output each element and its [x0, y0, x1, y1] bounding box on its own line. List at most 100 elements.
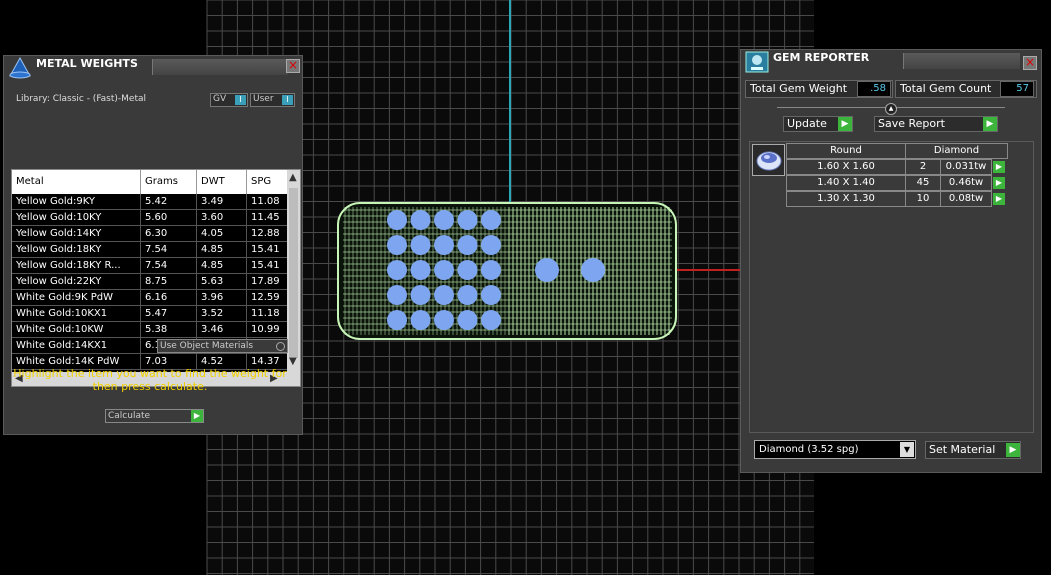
metal-weights-panel: METAL WEIGHTS × Library: Classic - (Fast… — [3, 55, 303, 435]
material-select-value: Diamond (3.52 spg) — [759, 444, 859, 455]
user-label: User — [253, 94, 274, 104]
table-cell-metal: White Gold:10KW — [12, 322, 141, 337]
table-cell-grams: 5.38 — [141, 322, 197, 337]
gem-stone[interactable] — [387, 310, 407, 330]
user-toggle[interactable]: User I — [250, 93, 295, 107]
gem-stone[interactable] — [581, 258, 605, 282]
table-row[interactable]: Yellow Gold:18KY 7.54 4.85 15.41 — [12, 242, 288, 258]
gem-stone[interactable] — [434, 210, 454, 230]
gv-toggle[interactable]: GV I — [210, 93, 248, 107]
gem-reporter-close-icon[interactable]: × — [1023, 56, 1037, 70]
column-header-spg[interactable]: SPG — [247, 170, 288, 194]
gem-stone[interactable] — [387, 235, 407, 255]
table-row[interactable]: White Gold:9K PdW 6.16 3.96 12.59 — [12, 290, 288, 306]
gem-stone[interactable] — [457, 310, 478, 330]
gem-stone[interactable] — [457, 285, 478, 305]
gem-row-play-icon[interactable]: ▶ — [993, 177, 1005, 189]
save-report-play-icon: ▶ — [983, 117, 997, 131]
update-button[interactable]: Update ▶ — [783, 116, 853, 132]
save-report-button[interactable]: Save Report ▶ — [874, 116, 998, 132]
gem-stone[interactable] — [434, 285, 454, 305]
use-object-materials-label: Use Object Materials — [160, 341, 254, 351]
table-cell-grams: 6.16 — [141, 290, 197, 305]
table-row[interactable]: Yellow Gold:10KY 5.60 3.60 11.45 — [12, 210, 288, 226]
material-select[interactable]: Diamond (3.52 spg) ▼ — [754, 440, 916, 459]
set-material-button[interactable]: Set Material ▶ — [925, 441, 1021, 459]
round-gem-thumbnail[interactable] — [752, 144, 785, 176]
gem-stone[interactable] — [434, 235, 454, 255]
collapse-up-icon[interactable]: ▲ — [885, 103, 897, 115]
metal-weights-titlebar[interactable]: METAL WEIGHTS × — [4, 56, 302, 80]
table-cell-dwt: 4.85 — [197, 242, 247, 257]
table-cell-metal: Yellow Gold:18KY — [12, 242, 141, 257]
gem-stone[interactable] — [481, 235, 501, 255]
gem-row-play-icon[interactable]: ▶ — [993, 193, 1005, 205]
gem-size-cell: 1.30 X 1.30 — [786, 191, 906, 207]
table-row[interactable]: Yellow Gold:9KY 5.42 3.49 11.08 — [12, 194, 288, 210]
metal-weights-close-icon[interactable]: × — [286, 59, 300, 73]
panel-divider-handle[interactable]: ▲ — [749, 103, 1033, 115]
scroll-thumb[interactable] — [289, 188, 298, 358]
table-cell-spg: 17.89 — [247, 274, 288, 289]
metal-table-vscroll[interactable]: ▲ ▼ — [287, 170, 300, 372]
table-cell-metal: White Gold:10KX1 — [12, 306, 141, 321]
gem-stone[interactable] — [387, 210, 407, 230]
gv-toggle-knob: I — [235, 95, 246, 105]
gem-stone[interactable] — [457, 210, 478, 230]
gem-stone[interactable] — [481, 260, 501, 280]
table-cell-spg: 11.08 — [247, 194, 288, 209]
table-cell-metal: Yellow Gold:10KY — [12, 210, 141, 225]
total-gem-count-value: 57 — [1000, 81, 1034, 97]
gem-stone[interactable] — [434, 260, 454, 280]
gem-reporter-title: GEM REPORTER — [773, 51, 870, 64]
gem-count-cell: 2 — [905, 159, 941, 175]
table-cell-metal: White Gold:14KX1 — [12, 338, 141, 353]
table-row[interactable]: White Gold:10KX1 5.47 3.52 11.18 — [12, 306, 288, 322]
table-row[interactable]: Yellow Gold:14KY 6.30 4.05 12.88 — [12, 226, 288, 242]
gem-reporter-titlebar[interactable]: GEM REPORTER × — [741, 50, 1041, 74]
gem-size-cell: 1.40 X 1.40 — [786, 175, 906, 191]
scroll-down-icon[interactable]: ▼ — [289, 356, 297, 367]
gem-stone[interactable] — [457, 235, 478, 255]
table-cell-dwt: 3.52 — [197, 306, 247, 321]
table-row[interactable]: Yellow Gold:18KY R... 7.54 4.85 15.41 — [12, 258, 288, 274]
gem-stone[interactable] — [481, 285, 501, 305]
table-cell-grams: 5.42 — [141, 194, 197, 209]
gem-stone[interactable] — [535, 258, 559, 282]
gem-row-play-icon[interactable]: ▶ — [993, 161, 1005, 173]
gem-stone[interactable] — [410, 210, 431, 230]
gem-stone[interactable] — [410, 260, 431, 280]
gem-stone[interactable] — [481, 210, 501, 230]
gem-weight-cell: 0.46tw — [940, 175, 992, 191]
table-cell-metal: Yellow Gold:18KY R... — [12, 258, 141, 273]
ring-wireframe[interactable] — [337, 202, 677, 340]
column-header-dwt[interactable]: DWT — [197, 170, 247, 194]
gem-stone[interactable] — [481, 310, 501, 330]
table-cell-spg: 12.88 — [247, 226, 288, 241]
calculate-button[interactable]: Calculate ▶ — [105, 409, 204, 423]
set-material-label: Set Material — [929, 443, 996, 456]
gem-stone[interactable] — [387, 260, 407, 280]
table-row[interactable]: Yellow Gold:22KY 8.75 5.63 17.89 — [12, 274, 288, 290]
metal-weights-icon — [9, 57, 31, 79]
total-gem-weight-value: .58 — [857, 81, 891, 97]
table-row[interactable]: White Gold:10KW 5.38 3.46 10.99 — [12, 322, 288, 338]
table-cell-grams: 7.54 — [141, 258, 197, 273]
table-cell-spg: 11.45 — [247, 210, 288, 225]
round-diamond-icon — [756, 151, 782, 171]
metal-table[interactable]: Metal Grams DWT SPG Yellow Gold:9KY 5.42 3… — [11, 169, 301, 387]
gem-stone[interactable] — [410, 285, 431, 305]
gem-header-material: Diamond — [905, 143, 1008, 159]
scroll-up-icon[interactable]: ▲ — [289, 172, 297, 183]
gem-stone[interactable] — [410, 235, 431, 255]
column-header-grams[interactable]: Grams — [141, 170, 197, 194]
use-object-materials-toggle[interactable]: Use Object Materials — [157, 339, 288, 353]
gem-stone[interactable] — [434, 310, 454, 330]
chevron-down-icon[interactable]: ▼ — [900, 442, 914, 457]
gem-stone[interactable] — [410, 310, 431, 330]
column-header-metal[interactable]: Metal — [12, 170, 141, 194]
gem-stone[interactable] — [387, 285, 407, 305]
gem-stone[interactable] — [457, 260, 478, 280]
save-report-label: Save Report — [878, 117, 945, 130]
table-cell-spg: 12.59 — [247, 290, 288, 305]
